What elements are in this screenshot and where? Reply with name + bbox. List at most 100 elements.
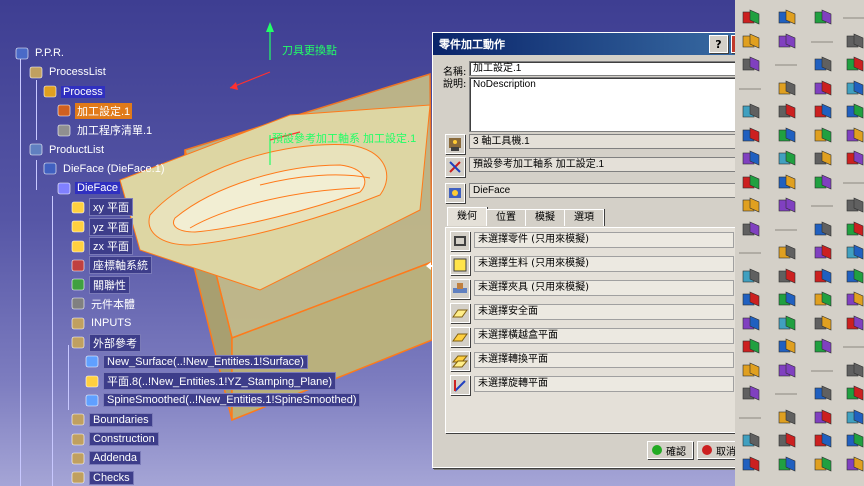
zlevel-icon[interactable] xyxy=(845,149,864,169)
design-part-icon[interactable] xyxy=(450,231,470,251)
output-icon[interactable] xyxy=(845,267,864,287)
tree-node[interactable]: 加工程序清單.1 xyxy=(56,122,154,138)
geometry-row[interactable]: 未選擇旋轉平面 xyxy=(448,374,740,395)
tree-node[interactable]: 座標軸系統 xyxy=(70,256,152,275)
roughing-icon[interactable] xyxy=(845,384,864,404)
tool-icon[interactable] xyxy=(813,290,833,310)
drilling-icon[interactable] xyxy=(813,267,833,287)
tree-node[interactable]: P.P.R. xyxy=(14,45,66,61)
tool-icon[interactable] xyxy=(741,149,761,169)
traverse-box-icon[interactable] xyxy=(450,327,470,347)
sweeping-icon[interactable] xyxy=(777,267,797,287)
drilling-icon[interactable] xyxy=(741,126,761,146)
tree-node[interactable]: yz 平面 xyxy=(70,217,134,236)
tree-node[interactable]: ProcessList xyxy=(28,64,108,80)
tab-geometry[interactable]: 幾何 xyxy=(447,207,487,226)
plane-tool-icon[interactable] xyxy=(813,102,833,122)
contour-icon[interactable] xyxy=(813,243,833,263)
description-field[interactable]: NoDescription xyxy=(469,77,743,132)
roughing-icon[interactable] xyxy=(741,314,761,334)
geometry-row[interactable]: 未選擇生料 (只用來模擬) xyxy=(448,254,740,275)
analysis-icon[interactable] xyxy=(777,431,797,451)
part-operation-dialog[interactable]: 零件加工動作 ? ✕ 名稱: 說明: 加工設定.1 NoDescription … xyxy=(432,32,754,468)
tree-node[interactable]: zx 平面 xyxy=(70,237,134,255)
axis-field[interactable]: 預設參考加工軸系 加工設定.1 xyxy=(469,157,743,172)
fixture-icon[interactable] xyxy=(450,279,470,299)
drilling-icon[interactable] xyxy=(845,196,864,216)
simulation-icon[interactable] xyxy=(741,173,761,193)
tool-icon[interactable] xyxy=(813,8,833,28)
product-button[interactable] xyxy=(445,183,465,203)
tree-node[interactable]: SpineSmoothed(..!New_Entities.1!SpineSmo… xyxy=(84,392,361,408)
machining-icon[interactable] xyxy=(813,149,833,169)
geometry-row[interactable]: 未選擇橫越盒平面 xyxy=(448,326,740,347)
tree-node[interactable]: Boundaries xyxy=(70,412,153,428)
roughing-icon[interactable] xyxy=(813,455,833,475)
zlevel-icon[interactable] xyxy=(777,8,797,28)
dialog-titlebar[interactable]: 零件加工動作 ? ✕ xyxy=(433,33,753,55)
tool-icon[interactable] xyxy=(845,220,864,240)
sweeping-icon[interactable] xyxy=(845,408,864,428)
point-tool-icon[interactable] xyxy=(845,55,864,75)
tool-icon[interactable] xyxy=(741,431,761,451)
contour-icon[interactable] xyxy=(777,314,797,334)
product-field[interactable]: DieFace xyxy=(469,183,743,198)
tree-node[interactable]: 關聯性 xyxy=(70,275,130,294)
point-tool-icon[interactable] xyxy=(813,408,833,428)
machining-icon[interactable] xyxy=(845,361,864,381)
tree-node[interactable]: 外部參考 xyxy=(70,333,141,352)
output-icon[interactable] xyxy=(741,196,761,216)
tab-options[interactable]: 選項 xyxy=(564,209,604,226)
zlevel-icon[interactable] xyxy=(777,290,797,310)
contour-icon[interactable] xyxy=(741,102,761,122)
machine-button[interactable] xyxy=(445,134,465,154)
machining-icon[interactable] xyxy=(813,431,833,451)
tool-icon[interactable] xyxy=(777,79,797,99)
plane-tool-icon[interactable] xyxy=(845,32,864,52)
zlevel-icon[interactable] xyxy=(741,361,761,381)
plane-tool-icon[interactable] xyxy=(777,173,797,193)
tree-node[interactable]: DieFace xyxy=(56,180,120,196)
axis-button[interactable] xyxy=(445,157,465,177)
tree-node[interactable]: Construction xyxy=(70,431,159,447)
help-button[interactable]: ? xyxy=(709,35,728,53)
roughing-icon[interactable] xyxy=(741,32,761,52)
tree-node[interactable]: Process xyxy=(42,84,105,100)
machine-field[interactable]: 3 軸工具機.1 xyxy=(469,134,743,149)
sweeping-icon[interactable] xyxy=(741,55,761,75)
safety-plane-icon[interactable] xyxy=(450,303,470,323)
output-icon[interactable] xyxy=(777,408,797,428)
simulation-icon[interactable] xyxy=(777,102,797,122)
sweeping-icon[interactable] xyxy=(845,126,864,146)
tree-node[interactable]: Checks xyxy=(70,470,134,486)
geometry-row[interactable]: 未選擇安全面 xyxy=(448,302,740,323)
rotary-plane-icon[interactable] xyxy=(450,375,470,395)
zlevel-icon[interactable] xyxy=(845,431,864,451)
geometry-row[interactable]: 未選擇零件 (只用來模擬) xyxy=(448,230,740,251)
dialog-tabs[interactable]: 幾何 位置 模擬 選項 xyxy=(447,207,604,227)
tree-node[interactable]: 加工設定.1 xyxy=(56,102,133,119)
transition-plane-icon[interactable] xyxy=(450,351,470,371)
simulation-icon[interactable] xyxy=(741,455,761,475)
sweeping-icon[interactable] xyxy=(741,337,761,357)
simulation-icon[interactable] xyxy=(845,243,864,263)
machining-icon[interactable] xyxy=(845,79,864,99)
tree-node[interactable]: ProductList xyxy=(28,142,106,158)
tree-node[interactable]: xy 平面 xyxy=(70,198,134,217)
roughing-icon[interactable] xyxy=(845,102,864,122)
machining-icon[interactable] xyxy=(741,8,761,28)
zlevel-icon[interactable] xyxy=(813,220,833,240)
drilling-icon[interactable] xyxy=(777,337,797,357)
tab-simulation[interactable]: 模擬 xyxy=(525,209,565,226)
geometry-row[interactable]: 未選擇夾具 (只用來模擬) xyxy=(448,278,740,299)
contour-icon[interactable] xyxy=(777,32,797,52)
point-tool-icon[interactable] xyxy=(777,196,797,216)
output-icon[interactable] xyxy=(777,126,797,146)
point-tool-icon[interactable] xyxy=(813,126,833,146)
output-icon[interactable] xyxy=(813,337,833,357)
roughing-icon[interactable] xyxy=(777,243,797,263)
specification-tree[interactable]: P.P.R. ProcessList Process 加工設定.1 加工程序清單.1 Pr… xyxy=(0,0,430,486)
roughing-icon[interactable] xyxy=(813,173,833,193)
tree-node[interactable]: 平面.8(..!New_Entities.1!YZ_Stamping_Plane… xyxy=(84,372,336,391)
tree-node[interactable]: Addenda xyxy=(70,450,142,466)
